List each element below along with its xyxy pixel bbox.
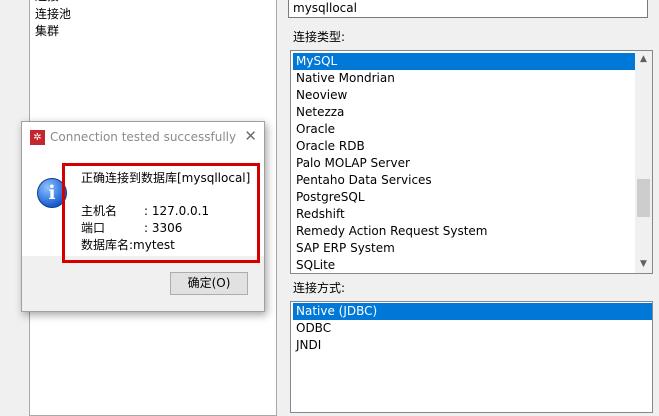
list-item-native-jdbc[interactable]: Native (JDBC): [293, 303, 652, 320]
message-highlight-box: [62, 163, 260, 263]
tree-item-cluster[interactable]: 集群: [35, 24, 59, 39]
scroll-thumb[interactable]: [637, 179, 650, 217]
list-item[interactable]: PostgreSQL: [293, 189, 635, 206]
list-item-jndi[interactable]: JNDI: [293, 337, 652, 354]
connection-type-list[interactable]: MySQL Native Mondrian Neoview Netezza Or…: [290, 50, 653, 274]
scroll-down-arrow-icon[interactable]: ▼: [635, 256, 652, 273]
list-item[interactable]: Netezza: [293, 104, 635, 121]
list-item[interactable]: Native Mondrian: [293, 70, 635, 87]
ok-button[interactable]: 确定(O): [170, 272, 248, 295]
app-logo-icon: ✲: [30, 130, 45, 145]
scroll-up-arrow-icon[interactable]: ▲: [635, 51, 652, 68]
access-method-list[interactable]: Native (JDBC) ODBC JNDI: [290, 301, 653, 413]
connection-type-label: 连接类型:: [293, 30, 346, 44]
tree-item-pooling[interactable]: 连接池: [35, 7, 71, 22]
list-item[interactable]: Oracle: [293, 121, 635, 138]
list-item[interactable]: SAP ERP System: [293, 240, 635, 257]
vertical-scrollbar[interactable]: ▲ ▼: [635, 51, 652, 273]
connection-name-input[interactable]: mysqllocal: [288, 0, 648, 18]
list-item-odbc[interactable]: ODBC: [293, 320, 652, 337]
dialog-title: Connection tested successfully: [50, 130, 237, 144]
list-item[interactable]: Oracle RDB: [293, 138, 635, 155]
list-item[interactable]: SQLite: [293, 257, 635, 274]
tree-item-connection[interactable]: 连接: [35, 0, 59, 4]
list-item[interactable]: Palo MOLAP Server: [293, 155, 635, 172]
list-item[interactable]: Remedy Action Request System: [293, 223, 635, 240]
dialog-title-bar[interactable]: ✲ Connection tested successfully ✕: [22, 122, 264, 153]
list-item[interactable]: Neoview: [293, 87, 635, 104]
access-method-label: 连接方式:: [293, 281, 346, 295]
close-icon[interactable]: ✕: [244, 127, 257, 145]
list-item[interactable]: Pentaho Data Services: [293, 172, 635, 189]
list-item[interactable]: Redshift: [293, 206, 635, 223]
list-item-mysql[interactable]: MySQL: [293, 53, 635, 70]
